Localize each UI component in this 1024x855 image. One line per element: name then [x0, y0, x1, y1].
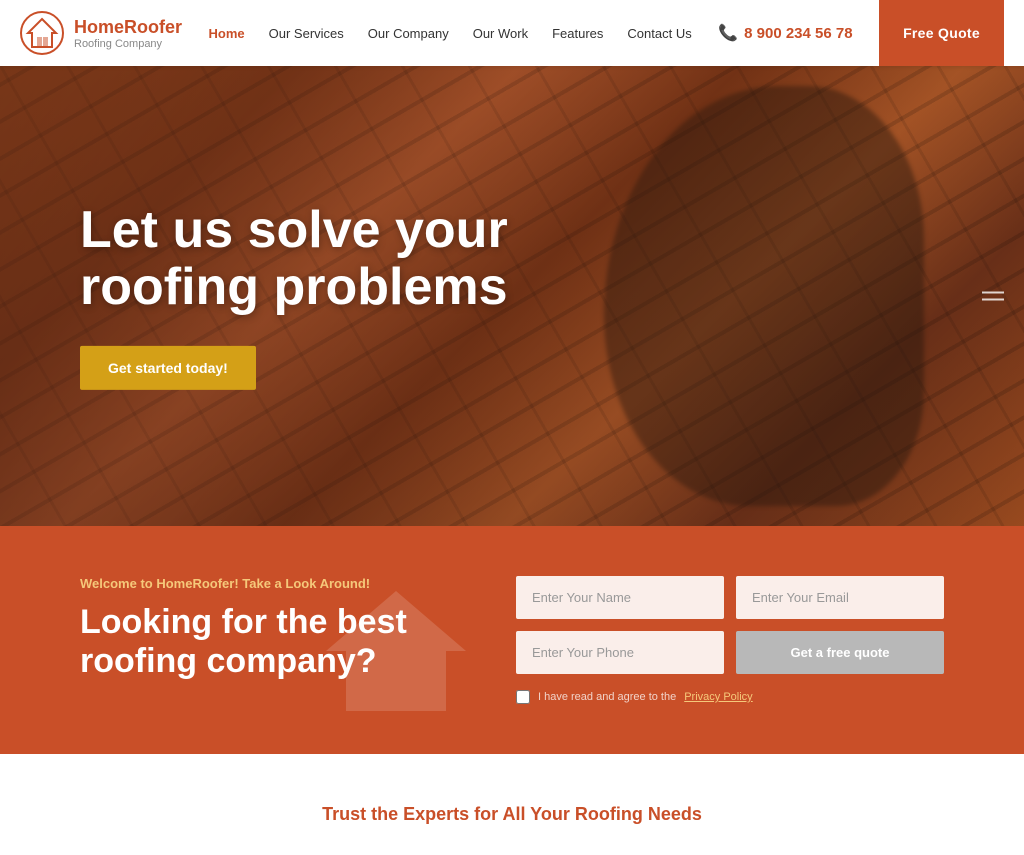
nav-features[interactable]: Features — [552, 26, 603, 41]
privacy-row: I have read and agree to the Privacy Pol… — [516, 690, 944, 704]
hamburger-line-1 — [982, 292, 1004, 294]
hero-hamburger-icon[interactable] — [982, 292, 1004, 301]
get-quote-button[interactable]: Get a free quote — [736, 631, 944, 674]
logo-title: HomeRoofer — [74, 17, 182, 38]
nav-services[interactable]: Our Services — [269, 26, 344, 41]
phone-number: 8 900 234 56 78 — [744, 25, 852, 42]
phone-icon: 📞 — [718, 23, 738, 43]
form-row-1 — [516, 576, 944, 619]
nav-contact[interactable]: Contact Us — [627, 26, 691, 41]
hero-title: Let us solve your roofing problems — [80, 202, 580, 316]
orange-section: Welcome to HomeRoofer! Take a Look Aroun… — [0, 526, 1024, 754]
hero-section: Let us solve your roofing problems Get s… — [0, 66, 1024, 526]
logo-subtitle: Roofing Company — [74, 38, 182, 50]
privacy-checkbox[interactable] — [516, 690, 530, 704]
free-quote-button[interactable]: Free Quote — [879, 0, 1004, 66]
name-input[interactable] — [516, 576, 724, 619]
nav-home[interactable]: Home — [209, 26, 245, 41]
logo-icon — [20, 11, 64, 55]
house-background-icon — [316, 581, 476, 721]
logo-text: HomeRoofer Roofing Company — [74, 17, 182, 50]
phone-area: 📞 8 900 234 56 78 — [718, 23, 852, 43]
privacy-text: I have read and agree to the — [538, 691, 676, 703]
hero-content: Let us solve your roofing problems Get s… — [80, 202, 580, 390]
main-nav: Home Our Services Our Company Our Work F… — [209, 26, 692, 41]
header: HomeRoofer Roofing Company Home Our Serv… — [0, 0, 1024, 66]
privacy-link[interactable]: Privacy Policy — [684, 691, 752, 703]
phone-input[interactable] — [516, 631, 724, 674]
hero-cta-button[interactable]: Get started today! — [80, 346, 256, 390]
bottom-section: Trust the Experts for All Your Roofing N… — [0, 754, 1024, 855]
logo[interactable]: HomeRoofer Roofing Company — [20, 11, 182, 55]
nav-company[interactable]: Our Company — [368, 26, 449, 41]
nav-work[interactable]: Our Work — [473, 26, 528, 41]
bottom-tagline: Trust the Experts for All Your Roofing N… — [80, 804, 944, 825]
form-row-2: Get a free quote — [516, 631, 944, 674]
orange-left: Welcome to HomeRoofer! Take a Look Aroun… — [80, 576, 456, 681]
orange-form: Get a free quote I have read and agree t… — [516, 576, 944, 704]
hamburger-line-2 — [982, 299, 1004, 301]
email-input[interactable] — [736, 576, 944, 619]
